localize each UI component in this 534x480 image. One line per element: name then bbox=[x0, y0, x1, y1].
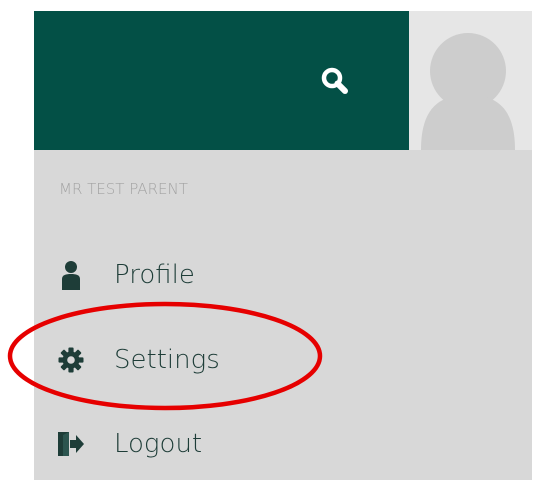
user-name: MR TEST PARENT bbox=[59, 180, 188, 198]
gear-icon bbox=[56, 345, 86, 375]
header-bar bbox=[34, 11, 409, 150]
logout-icon bbox=[56, 429, 86, 459]
user-avatar-icon bbox=[421, 33, 515, 150]
menu-item-logout[interactable]: Logout bbox=[56, 420, 316, 468]
page: MR TEST PARENT Profile Settings Logout bbox=[0, 0, 534, 480]
user-menu: MR TEST PARENT Profile Settings Logout bbox=[34, 150, 532, 480]
menu-item-label: Settings bbox=[114, 345, 220, 375]
menu-item-profile[interactable]: Profile bbox=[56, 251, 316, 299]
menu-item-settings[interactable]: Settings bbox=[56, 336, 316, 384]
avatar[interactable] bbox=[409, 11, 532, 150]
person-icon bbox=[56, 260, 86, 290]
search-icon[interactable] bbox=[315, 61, 355, 101]
menu-item-label: Profile bbox=[114, 260, 195, 290]
menu-item-label: Logout bbox=[114, 429, 203, 459]
